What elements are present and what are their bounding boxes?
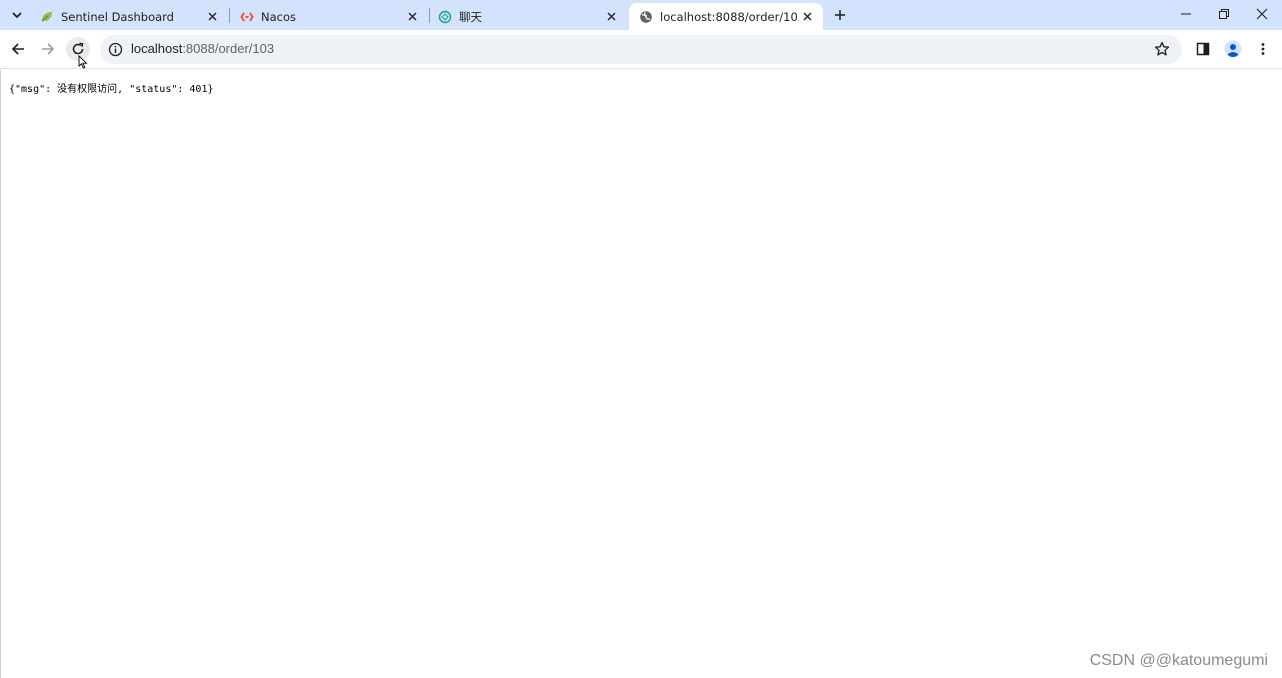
restore-button[interactable] — [1205, 0, 1243, 28]
url-host: localhost — [131, 41, 183, 56]
address-bar[interactable]: localhost:8088/order/103 — [100, 35, 1182, 64]
url-text[interactable]: localhost:8088/order/103 — [131, 41, 274, 56]
arrow-right-icon — [42, 43, 55, 55]
tab-nacos[interactable]: Nacos — [230, 3, 428, 30]
close-window-button[interactable] — [1243, 0, 1281, 28]
page-content: {"msg": 没有权限访问, "status": 401} CSDN @@ka… — [0, 70, 1282, 678]
minimize-button[interactable] — [1167, 0, 1205, 28]
profile-avatar[interactable] — [1222, 38, 1244, 60]
close-tab-icon[interactable] — [404, 9, 420, 25]
tab-search-dropdown-icon[interactable] — [6, 4, 28, 26]
side-panel-icon — [1196, 42, 1210, 56]
side-panel-button[interactable] — [1192, 38, 1214, 60]
leaf-icon — [40, 10, 54, 24]
json-response: {"msg": 没有权限访问, "status": 401} — [9, 84, 214, 95]
arrow-left-icon — [11, 43, 24, 55]
tab-strip: Sentinel Dashboard Nacos 聊天 localhost:80… — [0, 0, 1282, 30]
tab-title: Sentinel Dashboard — [61, 9, 174, 24]
close-tab-icon[interactable] — [204, 9, 220, 25]
new-tab-button[interactable] — [829, 4, 851, 26]
back-button[interactable] — [6, 37, 30, 61]
globe-icon — [639, 10, 653, 24]
kebab-menu-icon — [1261, 43, 1265, 55]
forward-button[interactable] — [36, 37, 60, 61]
watermark: CSDN @@katoumegumi — [1089, 652, 1268, 669]
menu-button[interactable] — [1252, 38, 1274, 60]
browser-window: Sentinel Dashboard Nacos 聊天 localhost:80… — [0, 0, 1282, 678]
url-path: :8088/order/103 — [182, 41, 275, 56]
close-tab-icon[interactable] — [799, 9, 815, 25]
minimize-icon — [1181, 13, 1191, 15]
tab-title: Nacos — [261, 9, 296, 24]
chatgpt-icon — [438, 10, 452, 24]
restore-icon — [1219, 9, 1229, 19]
site-info-icon[interactable] — [108, 42, 123, 57]
tab-title: localhost:8088/order/103 — [660, 9, 799, 24]
browser-toolbar: localhost:8088/order/103 — [0, 30, 1282, 69]
reload-icon — [72, 42, 84, 55]
nacos-icon — [240, 10, 254, 24]
mouse-cursor-icon — [78, 55, 88, 69]
avatar-icon — [1224, 40, 1242, 58]
tab-title: 聊天 — [459, 9, 482, 24]
close-tab-icon[interactable] — [603, 9, 619, 25]
bookmark-star-icon[interactable] — [1154, 41, 1170, 57]
tab-sentinel-dashboard[interactable]: Sentinel Dashboard — [30, 3, 228, 30]
tab-chat[interactable]: 聊天 — [428, 3, 627, 30]
plus-icon — [835, 10, 845, 20]
close-icon — [1256, 8, 1268, 20]
tab-localhost-order[interactable]: localhost:8088/order/103 — [629, 3, 823, 30]
